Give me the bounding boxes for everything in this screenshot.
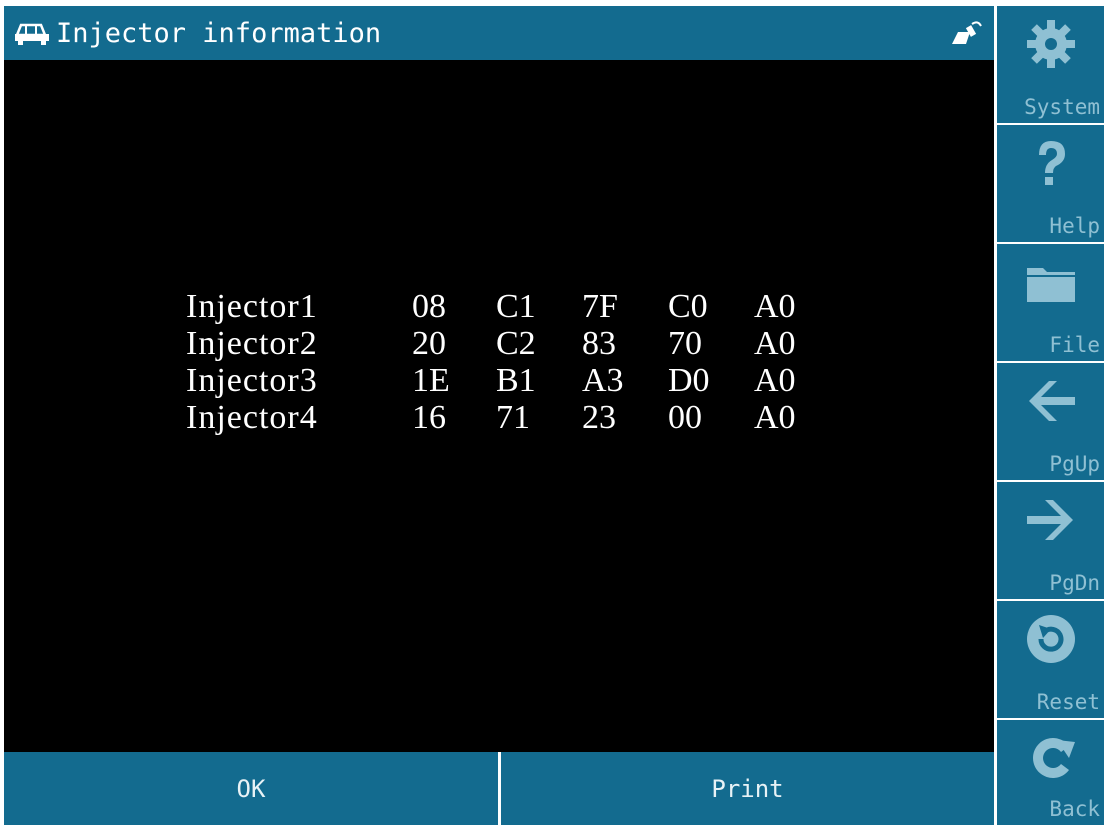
injector-value: A0 — [754, 399, 796, 436]
injector-value: D0 — [668, 362, 710, 399]
reset-label: Reset — [1036, 690, 1100, 714]
bottom-bar: OK Print — [4, 752, 994, 825]
reset-button[interactable]: Reset — [997, 601, 1104, 718]
injector-value: A0 — [754, 362, 796, 399]
injector-value: 23 — [582, 399, 616, 436]
injector-value: 00 — [668, 399, 702, 436]
injector-value: C0 — [668, 288, 708, 325]
sidebar: System Help File PgUp PgDn Reset Back — [997, 6, 1104, 825]
injector-table: Injector1 08 C1 7F C0 A0 Injector2 20 C2… — [186, 288, 840, 436]
arrow-right-icon — [1026, 500, 1073, 540]
injector-value: 70 — [668, 325, 702, 362]
injector-value: A3 — [582, 362, 624, 399]
table-row: Injector3 1E B1 A3 D0 A0 — [186, 362, 840, 399]
injector-value: B1 — [496, 362, 536, 399]
pgdn-button[interactable]: PgDn — [997, 482, 1104, 599]
injector-value: 7F — [582, 288, 618, 325]
injector-name: Injector3 — [186, 362, 318, 399]
file-label: File — [1049, 333, 1100, 357]
injector-value: 1E — [412, 362, 450, 399]
table-row: Injector1 08 C1 7F C0 A0 — [186, 288, 840, 325]
arrow-left-icon — [1028, 381, 1075, 421]
ok-button[interactable]: OK — [4, 752, 498, 825]
injector-value: 83 — [582, 325, 616, 362]
folder-icon — [1026, 268, 1075, 302]
injector-name: Injector2 — [186, 325, 318, 362]
print-button[interactable]: Print — [501, 752, 994, 825]
car-icon — [15, 23, 49, 45]
injector-value: C1 — [496, 288, 536, 325]
pgup-button[interactable]: PgUp — [997, 363, 1104, 480]
help-label: Help — [1049, 214, 1100, 238]
injector-value: A0 — [754, 288, 796, 325]
table-row: Injector2 20 C2 83 70 A0 — [186, 325, 840, 362]
table-row: Injector4 16 71 23 00 A0 — [186, 399, 840, 436]
pgdn-label: PgDn — [1049, 571, 1100, 595]
system-label: System — [1024, 95, 1100, 119]
back-button[interactable]: Back — [997, 720, 1104, 825]
injector-value: A0 — [754, 325, 796, 362]
reset-icon — [1026, 615, 1075, 663]
injector-name: Injector1 — [186, 288, 318, 325]
injector-value: 20 — [412, 325, 446, 362]
back-label: Back — [1049, 797, 1100, 821]
connector-plug-icon — [952, 21, 982, 44]
injector-value: C2 — [496, 325, 536, 362]
injector-value: 71 — [496, 399, 530, 436]
injector-name: Injector4 — [186, 399, 318, 436]
question-icon — [1038, 141, 1065, 185]
injector-value: 16 — [412, 399, 446, 436]
back-icon — [1032, 738, 1075, 778]
help-button[interactable]: Help — [997, 125, 1104, 242]
system-button[interactable]: System — [997, 6, 1104, 123]
injector-value: 08 — [412, 288, 446, 325]
gear-icon — [1026, 20, 1075, 68]
page-title: Injector information — [56, 17, 382, 49]
title-bar: Injector information — [4, 6, 994, 60]
file-button[interactable]: File — [997, 244, 1104, 361]
pgup-label: PgUp — [1049, 452, 1100, 476]
display-area: Injector1 08 C1 7F C0 A0 Injector2 20 C2… — [4, 60, 994, 752]
